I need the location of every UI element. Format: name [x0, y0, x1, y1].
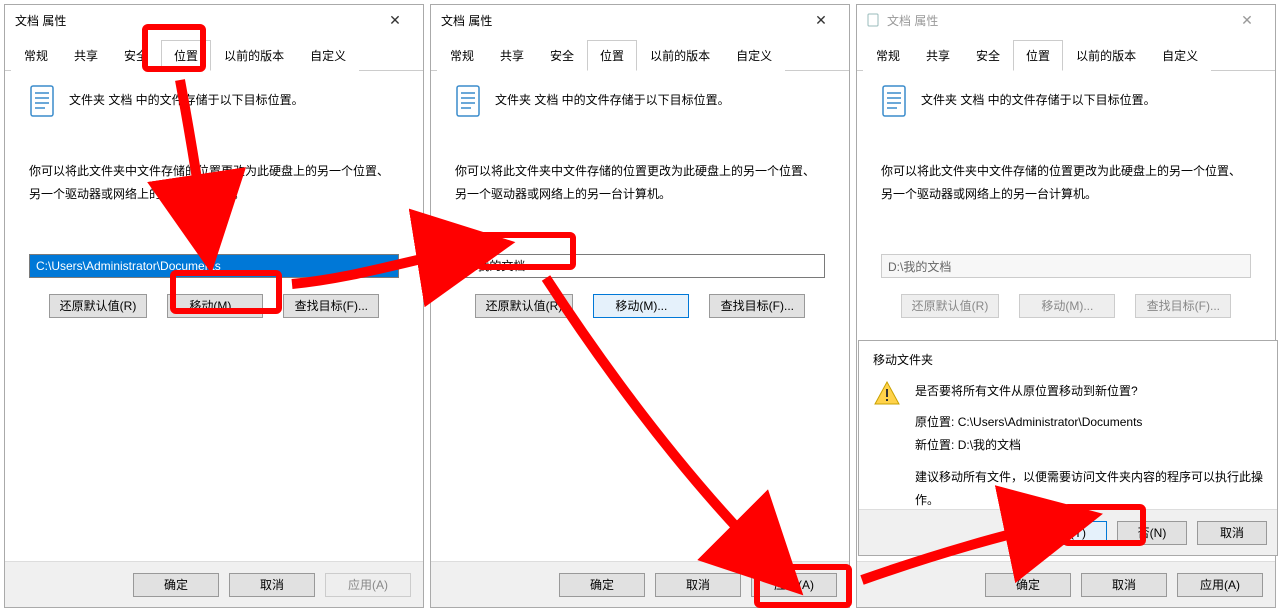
- tab-share[interactable]: 共享: [61, 40, 111, 71]
- dialog-title: 文档 属性: [887, 12, 1227, 29]
- location-desc: 文件夹 文档 中的文件存储于以下目标位置。: [921, 85, 1156, 112]
- tab-custom[interactable]: 自定义: [723, 40, 785, 71]
- restore-button[interactable]: 还原默认值(R): [475, 294, 574, 318]
- apply-button: 应用(A): [325, 573, 411, 597]
- confirm-advice: 建议移动所有文件，以便需要访问文件夹内容的程序可以执行此操作。: [915, 466, 1263, 512]
- close-icon[interactable]: ✕: [375, 5, 415, 35]
- close-icon[interactable]: ✕: [801, 5, 841, 35]
- move-button[interactable]: 移动(M)...: [167, 294, 263, 318]
- location-desc: 文件夹 文档 中的文件存储于以下目标位置。: [69, 85, 304, 112]
- tab-previous[interactable]: 以前的版本: [637, 40, 723, 71]
- document-icon: [455, 85, 483, 122]
- tab-location[interactable]: 位置: [1013, 40, 1063, 71]
- tab-general[interactable]: 常规: [437, 40, 487, 71]
- apply-button[interactable]: 应用(A): [1177, 573, 1263, 597]
- tab-security[interactable]: 安全: [963, 40, 1013, 71]
- no-button[interactable]: 否(N): [1117, 521, 1187, 545]
- location-para: 你可以将此文件夹中文件存储的位置更改为此硬盘上的另一个位置、另一个驱动器或网络上…: [455, 160, 825, 206]
- tab-location[interactable]: 位置: [587, 40, 637, 71]
- move-button[interactable]: 移动(M)...: [593, 294, 689, 318]
- confirm-new-path: 新位置: D:\我的文档: [915, 434, 1263, 457]
- tabs: 常规 共享 安全 位置 以前的版本 自定义: [857, 35, 1275, 71]
- confirm-question: 是否要将所有文件从原位置移动到新位置?: [915, 380, 1263, 403]
- tabs: 常规 共享 安全 位置 以前的版本 自定义: [431, 35, 849, 71]
- cancel-button[interactable]: 取消: [1081, 573, 1167, 597]
- restore-button: 还原默认值(R): [901, 294, 1000, 318]
- cancel-button[interactable]: 取消: [655, 573, 741, 597]
- tab-custom[interactable]: 自定义: [1149, 40, 1211, 71]
- tab-previous[interactable]: 以前的版本: [211, 40, 297, 71]
- apply-button[interactable]: 应用(A): [751, 573, 837, 597]
- path-input[interactable]: [455, 254, 825, 278]
- tab-share[interactable]: 共享: [487, 40, 537, 71]
- tab-share[interactable]: 共享: [913, 40, 963, 71]
- tab-security[interactable]: 安全: [537, 40, 587, 71]
- find-target-button[interactable]: 查找目标(F)...: [283, 294, 379, 318]
- document-icon: [881, 85, 909, 122]
- tab-custom[interactable]: 自定义: [297, 40, 359, 71]
- tab-previous[interactable]: 以前的版本: [1063, 40, 1149, 71]
- tabs: 常规 共享 安全 位置 以前的版本 自定义: [5, 35, 423, 71]
- find-target-button[interactable]: 查找目标(F)...: [709, 294, 805, 318]
- ok-button[interactable]: 确定: [133, 573, 219, 597]
- location-para: 你可以将此文件夹中文件存储的位置更改为此硬盘上的另一个位置、另一个驱动器或网络上…: [881, 160, 1251, 206]
- path-input[interactable]: [29, 254, 399, 278]
- tab-location[interactable]: 位置: [161, 40, 211, 71]
- cancel-button[interactable]: 取消: [1197, 521, 1267, 545]
- tab-general[interactable]: 常规: [863, 40, 913, 71]
- move-button: 移动(M)...: [1019, 294, 1115, 318]
- cancel-button[interactable]: 取消: [229, 573, 315, 597]
- app-icon: [867, 13, 881, 27]
- confirm-title: 移动文件夹: [859, 341, 1277, 372]
- document-icon: [29, 85, 57, 122]
- path-input: D:\我的文档: [881, 254, 1251, 278]
- tab-general[interactable]: 常规: [11, 40, 61, 71]
- warning-icon: [873, 380, 901, 408]
- location-desc: 文件夹 文档 中的文件存储于以下目标位置。: [495, 85, 730, 112]
- move-confirm-dialog: 移动文件夹 是否要将所有文件从原位置移动到新位置? 原位置: C:\Users\…: [858, 340, 1278, 556]
- close-icon[interactable]: ✕: [1227, 5, 1267, 35]
- ok-button[interactable]: 确定: [985, 573, 1071, 597]
- location-para: 你可以将此文件夹中文件存储的位置更改为此硬盘上的另一个位置、另一个驱动器或网络上…: [29, 160, 399, 206]
- find-target-button: 查找目标(F)...: [1135, 294, 1231, 318]
- dialog-title: 文档 属性: [441, 12, 801, 29]
- dialog-title: 文档 属性: [15, 12, 375, 29]
- confirm-old-path: 原位置: C:\Users\Administrator\Documents: [915, 411, 1263, 434]
- ok-button[interactable]: 确定: [559, 573, 645, 597]
- tab-security[interactable]: 安全: [111, 40, 161, 71]
- restore-button[interactable]: 还原默认值(R): [49, 294, 148, 318]
- yes-button[interactable]: 是(Y): [1037, 521, 1107, 545]
